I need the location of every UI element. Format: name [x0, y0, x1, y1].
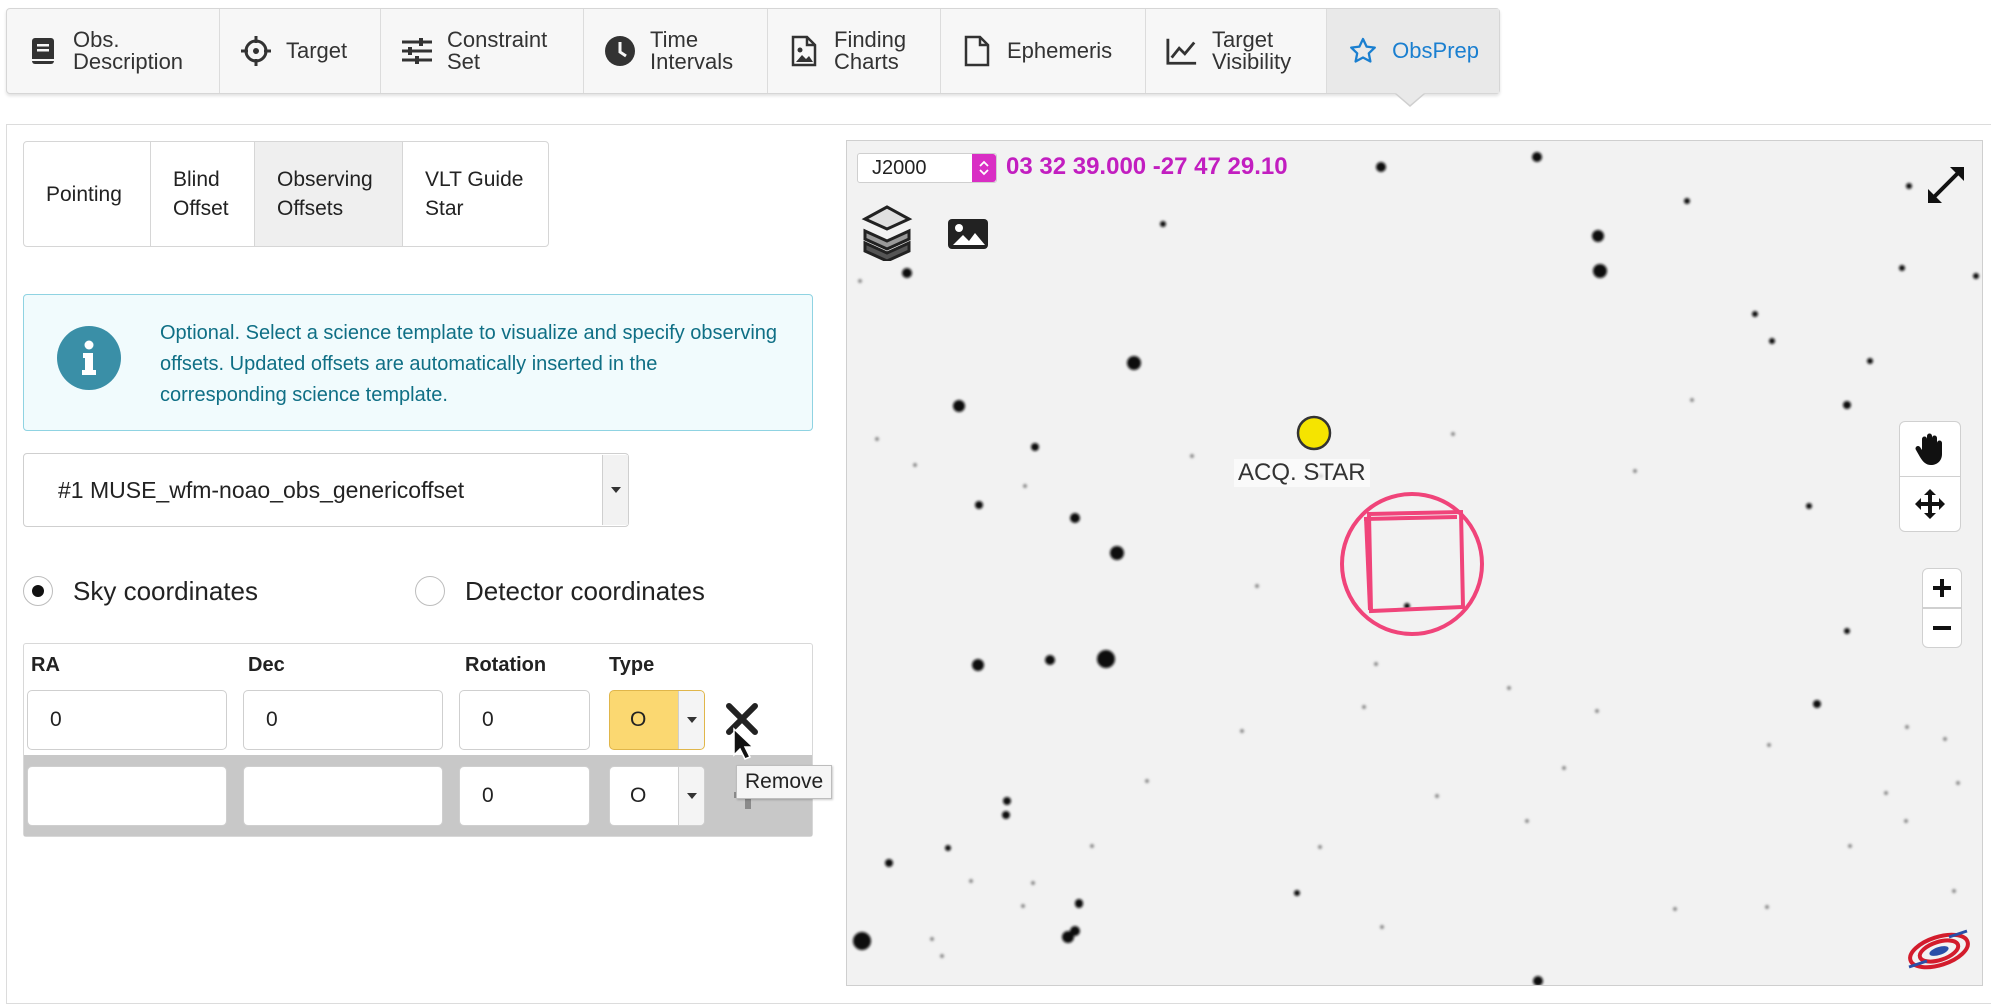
cursor-coordinates: 03 32 39.000 -27 47 29.10 — [1006, 153, 1288, 180]
hand-icon — [1915, 433, 1942, 465]
header-type: Type — [609, 654, 655, 676]
template-select[interactable]: #1 MUSE_wfm-noao_obs_genericoffset — [23, 453, 629, 527]
sky-coordinates-label: Sky coordinates — [73, 575, 258, 606]
info-icon — [57, 326, 121, 390]
tab-obs-description[interactable]: Obs. Description — [7, 9, 220, 93]
crosshair-icon — [240, 35, 272, 67]
tab-label: ObsPrep — [1392, 38, 1479, 63]
file-icon — [961, 35, 993, 67]
dec-input[interactable] — [243, 766, 443, 826]
radio-selected-dot — [32, 585, 44, 597]
tab-label: Constraint Set — [447, 27, 548, 74]
offset-subtabs: Pointing Blind Offset Observing Offsets … — [23, 141, 549, 247]
info-alert: Optional. Select a science template to v… — [23, 294, 813, 431]
dec-input[interactable]: 0 — [243, 690, 443, 750]
chevron-down-icon[interactable] — [602, 455, 628, 525]
template-select-value: #1 MUSE_wfm-noao_obs_genericoffset — [58, 476, 465, 503]
fullscreen-icon[interactable] — [1924, 163, 1968, 212]
active-tab-pointer — [1396, 93, 1424, 105]
type-select[interactable]: O — [609, 690, 705, 750]
zoom-out-button[interactable] — [1922, 608, 1962, 648]
sky-map[interactable]: J2000 03 32 39.000 -27 47 29.10 — [846, 140, 1983, 986]
header-ra: RA — [31, 654, 60, 676]
offsets-table: RA Dec Rotation Type 0 0 0 O 0 O — [23, 643, 813, 837]
sliders-icon — [401, 35, 433, 67]
subtab-pointing[interactable]: Pointing — [24, 142, 150, 246]
frame-select-value: J2000 — [872, 156, 927, 179]
chevron-down-icon[interactable] — [678, 691, 704, 749]
frame-select[interactable]: J2000 — [857, 153, 997, 183]
chevron-down-icon[interactable] — [678, 767, 704, 825]
tab-target-visibility[interactable]: Target Visibility — [1146, 9, 1327, 93]
tab-target[interactable]: Target — [220, 9, 381, 93]
tab-label: Ephemeris — [1007, 38, 1113, 63]
star-icon — [1347, 35, 1378, 67]
info-text: Optional. Select a science template to v… — [160, 322, 778, 406]
line-chart-icon — [1166, 35, 1198, 67]
overlay-layer — [1296, 415, 1484, 636]
tab-finding-charts[interactable]: Finding Charts — [768, 9, 941, 93]
tab-label: Time Intervals — [650, 27, 734, 74]
type-select-value: O — [630, 784, 647, 807]
ra-input[interactable]: 0 — [27, 690, 227, 750]
subtab-blind-offset[interactable]: Blind Offset — [150, 142, 254, 246]
tab-label: Target — [286, 38, 348, 63]
image-icon[interactable] — [946, 217, 990, 256]
tab-ephemeris[interactable]: Ephemeris — [941, 9, 1146, 93]
tab-label: Finding Charts — [834, 27, 907, 74]
mouse-cursor-icon — [732, 727, 756, 766]
radio-detector-coordinates[interactable] — [415, 576, 445, 606]
header-dec: Dec — [248, 654, 285, 676]
subtab-vlt-guide-star[interactable]: VLT Guide Star — [402, 142, 548, 246]
type-select[interactable]: O — [609, 766, 705, 826]
ra-input[interactable] — [27, 766, 227, 826]
coord-mode-detector[interactable]: Detector coordinates — [415, 571, 705, 611]
top-tab-bar: Obs. Description Target Constraint Set T… — [6, 8, 1500, 94]
remove-tooltip: Remove — [736, 765, 833, 799]
header-rotation: Rotation — [465, 654, 547, 676]
zoom-in-button[interactable] — [1922, 568, 1962, 608]
aladin-logo-icon — [1905, 925, 1973, 978]
tab-label: Obs. Description — [73, 27, 184, 74]
coord-mode-sky[interactable]: Sky coordinates — [23, 571, 258, 611]
detector-coordinates-label: Detector coordinates — [465, 575, 705, 606]
layers-icon[interactable] — [861, 205, 913, 266]
image-file-icon — [788, 35, 820, 67]
fov-overlay — [1340, 492, 1484, 636]
book-icon — [27, 35, 59, 67]
move-icon — [1915, 489, 1945, 519]
move-tool-button[interactable] — [1899, 476, 1961, 532]
tab-label: Target Visibility — [1212, 27, 1292, 74]
minus-icon — [1933, 626, 1951, 630]
plus-icon — [1933, 579, 1951, 597]
acq-star-label: ACQ. STAR — [1234, 459, 1370, 487]
rotation-input[interactable]: 0 — [459, 690, 590, 750]
tab-constraint-set[interactable]: Constraint Set — [381, 9, 584, 93]
rotation-input[interactable]: 0 — [459, 766, 590, 826]
tab-time-intervals[interactable]: Time Intervals — [584, 9, 768, 93]
chevron-updown-icon[interactable] — [972, 154, 996, 182]
type-select-value: O — [630, 708, 647, 731]
tab-obsprep[interactable]: ObsPrep — [1327, 9, 1499, 93]
new-offset-row: 0 O — [24, 755, 812, 836]
acq-star-marker[interactable] — [1296, 415, 1332, 451]
radio-sky-coordinates[interactable] — [23, 576, 53, 606]
clock-icon — [604, 35, 636, 67]
subtab-observing-offsets[interactable]: Observing Offsets — [254, 142, 402, 246]
pan-tool-button[interactable] — [1899, 421, 1961, 477]
